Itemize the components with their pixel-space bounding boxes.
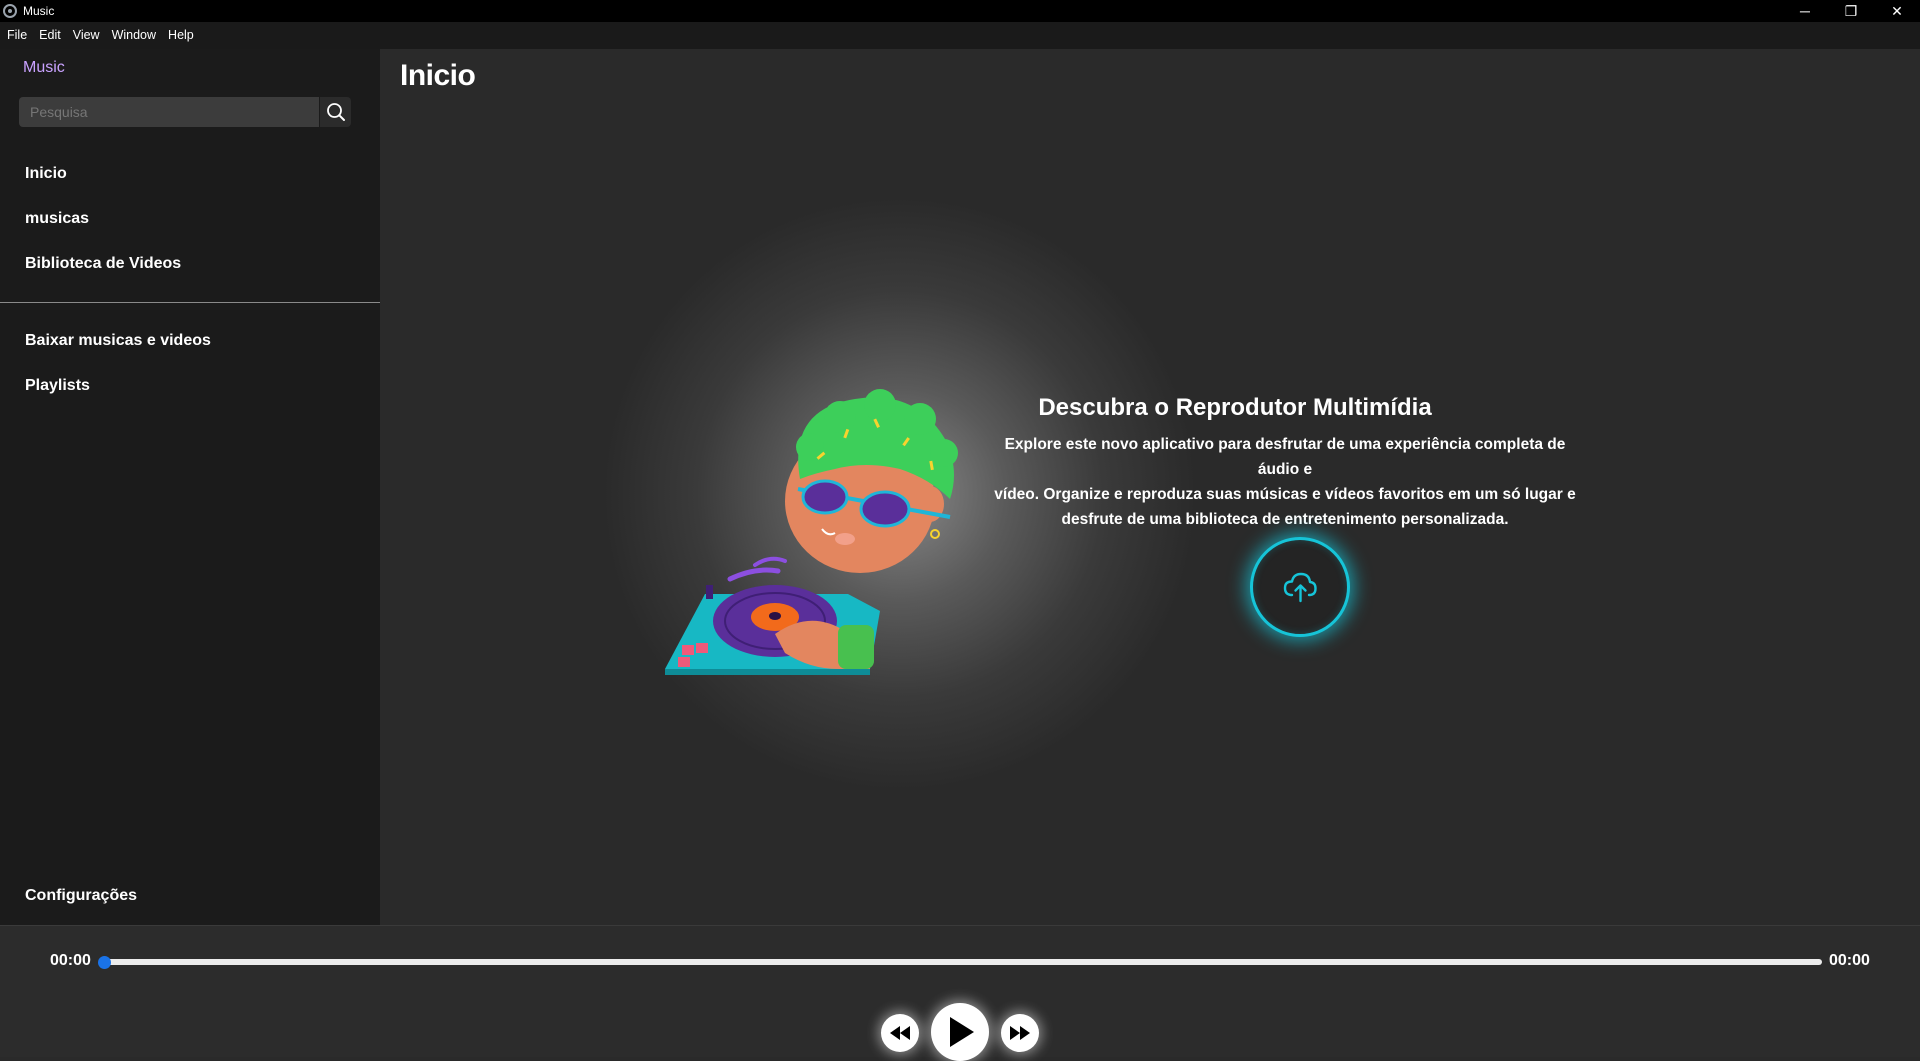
sidebar-item-configuracoes[interactable]: Configurações <box>25 887 137 905</box>
player-bar: 00:00 00:00 <box>0 925 1920 1061</box>
play-icon <box>950 1017 974 1047</box>
main-content: Inicio Descubra o Reprodutor Multimídia … <box>380 49 1920 925</box>
window-controls: ─ ❐ ✕ <box>1782 0 1920 22</box>
menu-edit[interactable]: Edit <box>33 22 67 49</box>
title-bar: Music ─ ❐ ✕ <box>0 0 1920 22</box>
fast-forward-icon <box>1010 1026 1030 1040</box>
restore-button[interactable]: ❐ <box>1828 0 1874 22</box>
cloud-upload-icon <box>1283 572 1317 603</box>
hero-title: Descubra o Reprodutor Multimídia <box>1038 394 1432 421</box>
search-bar <box>19 97 351 127</box>
page-title: Inicio <box>400 59 476 92</box>
app-icon <box>3 4 17 18</box>
brand-title[interactable]: Music <box>23 59 65 77</box>
sidebar-item-inicio[interactable]: Inicio <box>25 165 67 183</box>
sidebar-item-musicas[interactable]: musicas <box>25 210 89 228</box>
menu-file[interactable]: File <box>0 22 33 49</box>
hero-description: Explore este novo aplicativo para desfru… <box>985 432 1585 532</box>
sidebar-item-baixar[interactable]: Baixar musicas e videos <box>25 332 211 350</box>
upload-button[interactable] <box>1250 537 1350 637</box>
close-button[interactable]: ✕ <box>1874 0 1920 22</box>
menu-bar: File Edit View Window Help <box>0 22 1920 49</box>
menu-view[interactable]: View <box>67 22 106 49</box>
total-time: 00:00 <box>1829 952 1870 969</box>
hero-description-line-2: vídeo. Organize e reproduza suas músicas… <box>994 486 1576 503</box>
dj-illustration <box>665 389 958 675</box>
progress-thumb[interactable] <box>98 956 111 969</box>
progress-slider[interactable] <box>104 959 1822 965</box>
window-title: Music <box>23 4 55 18</box>
search-icon <box>326 103 345 121</box>
sidebar: Music Inicio musicas Biblioteca de Video… <box>0 49 380 925</box>
menu-help[interactable]: Help <box>162 22 200 49</box>
minimize-button[interactable]: ─ <box>1782 0 1828 22</box>
rewind-button[interactable] <box>881 1014 919 1052</box>
current-time: 00:00 <box>50 952 91 969</box>
search-button[interactable] <box>320 97 351 127</box>
fast-forward-button[interactable] <box>1001 1014 1039 1052</box>
menu-window[interactable]: Window <box>106 22 162 49</box>
hero-description-line-1: Explore este novo aplicativo para desfru… <box>1004 436 1566 478</box>
search-input[interactable] <box>19 97 319 127</box>
sidebar-item-biblioteca-de-videos[interactable]: Biblioteca de Videos <box>25 255 181 273</box>
hero-description-line-3: desfrute de uma biblioteca de entretenim… <box>1061 511 1509 528</box>
sidebar-divider <box>0 302 380 303</box>
rewind-icon <box>890 1026 910 1040</box>
sidebar-item-playlists[interactable]: Playlists <box>25 377 90 395</box>
play-button[interactable] <box>931 1003 989 1061</box>
